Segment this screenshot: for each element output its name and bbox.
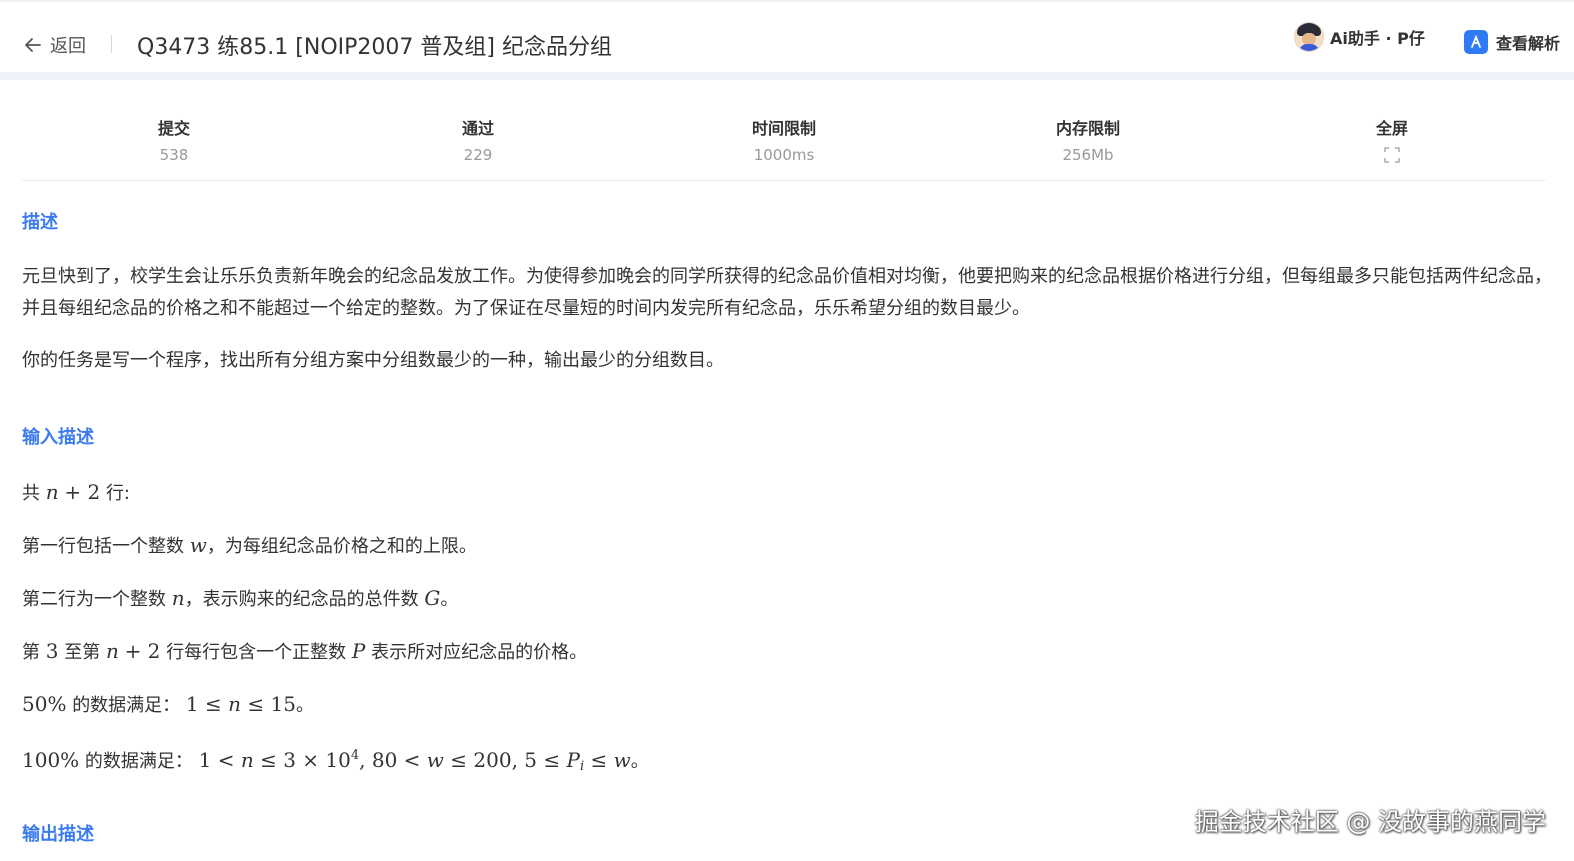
text-segment: 表示所对应纪念品的价格。 xyxy=(371,642,588,663)
stat-label: 提交 xyxy=(157,119,190,138)
text-segment: 的数据满足： xyxy=(84,751,193,772)
top-bar: 返回 Q3473 练85.1 [NOIP2007 普及组] 纪念品分组 Ai助手… xyxy=(0,0,1574,80)
fullscreen-icon[interactable] xyxy=(1384,147,1400,163)
input-line-3: 第二行为一个整数 n，表示购来的纪念品的总件数 G。 xyxy=(22,586,459,610)
arrow-left-icon xyxy=(25,38,41,52)
stat-label: 时间限制 xyxy=(751,119,816,138)
avatar xyxy=(1294,22,1324,52)
text-segment: ，表示购来的纪念品的总件数 xyxy=(184,589,419,610)
view-analysis-label: 查看解析 xyxy=(1496,34,1561,53)
stat-label: 内存限制 xyxy=(1055,119,1120,138)
stat-value: 538 xyxy=(159,146,189,164)
input-line-6: 100% 的数据满足： 1 < n ≤ 3 × 104, 80 < w ≤ 20… xyxy=(22,748,649,774)
text-segment: 第二行为一个整数 xyxy=(22,589,166,610)
back-button[interactable]: 返回 xyxy=(24,32,86,58)
stat-label: 全屏 xyxy=(1375,119,1408,138)
input-description-title: 输入描述 xyxy=(22,427,94,448)
input-line-2: 第一行包括一个整数 w，为每组纪念品价格之和的上限。 xyxy=(22,533,477,557)
text-segment: 行: xyxy=(105,483,131,504)
stat-submissions: 提交 538 xyxy=(84,115,264,164)
view-analysis-button[interactable]: 查看解析 xyxy=(1464,30,1560,54)
description-paragraph-1: 元旦快到了，校学生会让乐乐负责新年晚会的纪念品发放工作。为使得参加晚会的同学所获… xyxy=(22,266,1552,319)
stat-memory-limit: 内存限制 256Mb xyxy=(998,115,1178,164)
text-segment: 第 xyxy=(22,642,40,663)
problem-stats: 提交 538 通过 229 时间限制 1000ms 内存限制 256Mb 全屏 xyxy=(22,107,1546,181)
ai-assistant-label: Ai助手 · P仔 xyxy=(1330,29,1425,48)
text-segment: 第一行包括一个整数 xyxy=(22,536,184,557)
input-line-5: 50% 的数据满足： 1 ≤ n ≤ 15。 xyxy=(22,692,314,716)
description-paragraph-2: 你的任务是写一个程序，找出所有分组方案中分组数最少的一种，输出最少的分组数目。 xyxy=(22,350,724,371)
text-segment: 的数据满足： xyxy=(72,695,181,716)
description-title: 描述 xyxy=(22,212,58,233)
stat-value: 1000ms xyxy=(753,146,815,164)
ai-assistant-button[interactable]: Ai助手 · P仔 xyxy=(1294,22,1425,52)
watermark: 掘金技术社区 @ 没故事的燕同学 xyxy=(1194,808,1546,836)
page-title: Q3473 练85.1 [NOIP2007 普及组] 纪念品分组 xyxy=(137,35,612,60)
analysis-icon xyxy=(1464,30,1488,54)
stat-value: 256Mb xyxy=(1062,146,1114,164)
stat-label: 通过 xyxy=(461,119,494,138)
header-divider xyxy=(111,35,112,53)
text-segment: 至第 xyxy=(64,642,101,663)
fullscreen-toggle[interactable]: 全屏 xyxy=(1302,115,1482,167)
input-line-4: 第 3 至第 n + 2 行每行包含一个正整数 P 表示所对应纪念品的价格。 xyxy=(22,639,588,663)
text-segment: 。 xyxy=(440,589,459,610)
stat-time-limit: 时间限制 1000ms xyxy=(694,115,874,164)
text-segment: ，为每组纪念品价格之和的上限。 xyxy=(206,536,477,557)
stat-accepted: 通过 229 xyxy=(388,115,568,164)
output-description-title: 输出描述 xyxy=(22,824,94,845)
back-label: 返回 xyxy=(50,36,86,57)
stat-value: 229 xyxy=(463,146,493,164)
text-segment: 。 xyxy=(630,751,649,772)
text-segment: 共 xyxy=(22,483,40,504)
text-segment: 。 xyxy=(295,695,314,716)
input-line-1: 共 n + 2 行: xyxy=(22,480,131,504)
text-segment: 行每行包含一个正整数 xyxy=(166,642,347,663)
